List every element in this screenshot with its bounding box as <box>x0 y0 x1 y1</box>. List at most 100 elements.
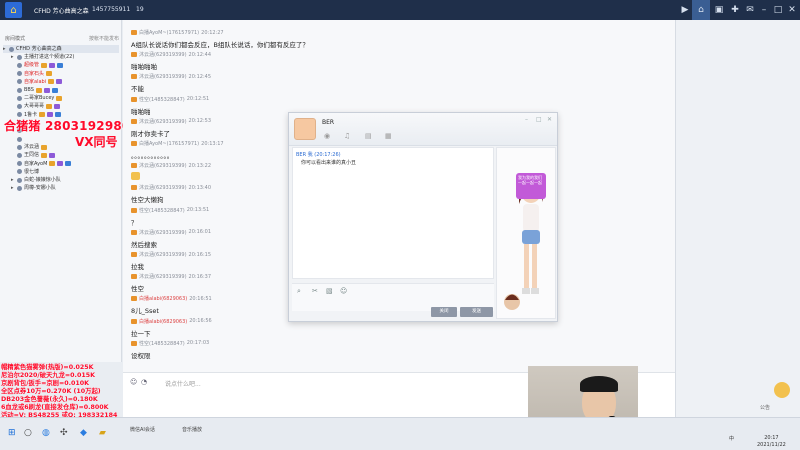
chat-sender-name[interactable]: 沐云涵(629319399) <box>139 229 187 236</box>
channel-tree-node[interactable]: ▸ 周樽-安娜小队 <box>3 184 119 192</box>
vip-badge-icon <box>131 318 137 324</box>
search-icon[interactable]: ○ <box>24 428 32 438</box>
search-icon[interactable]: ⌕ <box>297 287 301 296</box>
right-action-1[interactable]: 公告 <box>760 404 770 411</box>
chat-message[interactable]: 沐云涵(629319399) 20:13:40 性空大懒狗 <box>131 184 211 204</box>
image-icon[interactable]: ▧ <box>326 287 333 295</box>
chat-sender-name[interactable]: 沐云涵(629319399) <box>139 51 187 58</box>
chat-timestamp: 20:13:22 <box>188 162 212 169</box>
browser-icon[interactable]: ◍ <box>42 428 50 438</box>
chat-message[interactable]: 沐云涵(629319399) 20:16:01 然后搜索 <box>131 229 211 249</box>
maximize-icon[interactable]: □ <box>771 4 785 16</box>
popup-maximize-icon[interactable]: □ <box>536 116 542 123</box>
chat-message[interactable]: 性空(1485328847) 20:13:51 ？ <box>131 207 209 227</box>
channel-tree-node[interactable]: ▸ CFHD 芳心曲高之森 <box>3 45 119 54</box>
fan-icon[interactable]: ✣ <box>60 428 68 438</box>
contact-avatar[interactable] <box>294 118 316 140</box>
channel-tree-node[interactable]: 大哥哥哥 <box>3 102 119 110</box>
emoji-icon[interactable]: ☺ <box>340 287 347 295</box>
system-clock[interactable]: 20:17 2021/11/22 <box>757 435 786 449</box>
popup-send-button[interactable]: 发送 <box>460 307 493 317</box>
chat-message[interactable]: 白播alabi(6829063) 20:16:51 8儿_Sset <box>131 295 212 315</box>
emoji-icon[interactable]: ☺ <box>130 378 137 386</box>
vip-badge-icon <box>131 229 137 235</box>
format-icon[interactable]: ◔ <box>141 378 147 386</box>
chat-message[interactable]: 性空(1485328847) 20:17:03 设权限 <box>131 340 209 360</box>
chat-message-text: 拉我 <box>131 263 144 271</box>
home-icon[interactable]: ⌂ <box>692 0 710 20</box>
user-avatar-icon <box>17 87 22 93</box>
chat-message[interactable]: 白播alabi(6829063) 20:16:56 拉一下 <box>131 318 212 338</box>
chat-message[interactable]: 白播AyoM~(176157971) 20:13:17 。。。。。。。。。。。。 <box>131 140 224 160</box>
overlay-ad-line: 帽精紫色猫雾弹(热版)=0.025K <box>1 364 94 371</box>
file-icon[interactable]: ▤ <box>365 132 372 140</box>
popup-message-history[interactable]: BER 我 (20:17:26) 你可以看出来谁的真小丑 <box>292 147 494 279</box>
channel-tree-node[interactable]: 超级管 <box>3 61 119 69</box>
chat-message[interactable]: 沐云涵(629319399) 20:12:53 刚才你卖卡了 <box>131 118 211 138</box>
channel-tree-node[interactable]: 自家alabi <box>3 78 119 86</box>
home-logo-icon[interactable]: ⌂ <box>5 2 22 18</box>
chat-sender-name[interactable]: 性空(1485328847) <box>139 96 185 103</box>
mic-icon[interactable]: ♫ <box>344 132 350 140</box>
chat-message[interactable]: 沐云涵(629319399) 20:13:22 <box>131 162 212 181</box>
chat-message[interactable]: 沐云涵(629319399) 20:16:15 拉我 <box>131 251 211 271</box>
chat-sender-name[interactable]: 白播alabi(6829063) <box>139 295 187 302</box>
app-icon[interactable]: ◆ <box>80 428 87 438</box>
minimize-icon[interactable]: – <box>757 4 771 16</box>
taskbar-app-2[interactable]: 音乐播放 <box>182 426 202 433</box>
chat-sender-name[interactable]: 沐云涵(629319399) <box>139 162 187 169</box>
expand-caret-icon[interactable]: ▸ <box>11 184 16 192</box>
input-language[interactable]: 中 <box>729 435 734 442</box>
chat-sender-name[interactable]: 白播AyoM~(176157971) <box>139 29 199 36</box>
bag-icon[interactable]: ▣ <box>712 4 726 16</box>
user-count: 19 <box>136 6 144 13</box>
chat-sender-name[interactable]: 沐云涵(629319399) <box>139 251 187 258</box>
chat-message[interactable]: 沐云涵(629319399) 20:12:44 啪啪啪啪 <box>131 51 211 71</box>
cut-icon[interactable]: ✂ <box>312 287 318 295</box>
rank-badge-icon <box>57 62 64 68</box>
expand-caret-icon[interactable]: ▸ <box>11 53 16 61</box>
app-icon[interactable]: ▦ <box>385 132 392 140</box>
popup-close-icon[interactable]: ✕ <box>547 116 552 123</box>
channel-tree-node[interactable]: 很七博 <box>3 168 119 176</box>
channel-tree-node[interactable]: BBS <box>3 86 119 94</box>
popup-close-button[interactable]: 关闭 <box>431 307 457 317</box>
rank-badge-icon <box>65 161 72 167</box>
chat-sender-name[interactable]: 性空(1485328847) <box>139 207 185 214</box>
chat-input-placeholder[interactable]: 说点什么吧... <box>165 379 201 388</box>
chat-message[interactable]: 沐云涵(629319399) 20:16:37 性空 <box>131 273 211 293</box>
chat-sender-name[interactable]: 白播AyoM~(176157971) <box>139 140 199 147</box>
popup-minimize-icon[interactable]: – <box>525 116 528 123</box>
channel-tree-node[interactable]: 二哥家Bucey <box>3 94 119 102</box>
chat-sender-name[interactable]: 性空(1485328847) <box>139 340 185 347</box>
channel-tree-node[interactable]: 自家AyoM <box>3 160 119 168</box>
chat-sender-name[interactable]: 沐云涵(629319399) <box>139 73 187 80</box>
vip-badge-icon <box>131 207 137 213</box>
channel-tree-node[interactable]: 自家石头 <box>3 70 119 78</box>
gamepad-icon[interactable]: ✚ <box>728 4 742 16</box>
mail-icon[interactable]: ✉ <box>743 4 757 16</box>
folder-icon[interactable]: ▰ <box>99 428 106 438</box>
user-avatar-icon <box>17 136 22 142</box>
voice-icon[interactable]: ◉ <box>324 132 330 140</box>
chat-message[interactable]: 性空(1485328847) 20:12:51 啪啪啪 <box>131 96 209 116</box>
chat-message[interactable]: 沐云涵(629319399) 20:12:45 不能 <box>131 73 211 93</box>
user-avatar-icon <box>9 46 14 52</box>
channel-tree-node[interactable]: 王同信 <box>3 151 119 159</box>
gift-icon[interactable] <box>774 382 790 398</box>
expand-caret-icon[interactable]: ▸ <box>11 176 16 184</box>
chat-sender-name[interactable]: 沐云涵(629319399) <box>139 273 187 280</box>
video-icon[interactable]: ▶ <box>678 4 692 16</box>
chat-sender-name[interactable]: 沐云涵(629319399) <box>139 184 187 191</box>
chat-sender-name[interactable]: 白播alabi(6829063) <box>139 318 187 325</box>
chat-message[interactable]: 白播AyoM~(176157971) 20:12:27 A组队长说话你们都会反应，B… <box>131 29 309 49</box>
start-icon[interactable]: ⊞ <box>8 428 16 438</box>
chat-sender-name[interactable]: 沐云涵(629319399) <box>139 118 187 125</box>
expand-caret-icon[interactable]: ▸ <box>3 45 8 53</box>
channel-tree-node[interactable]: ▸ 白蛇-娘娘惊小队 <box>3 176 119 184</box>
rank-badge-icon <box>41 62 48 68</box>
taskbar-app-1[interactable]: 微信AI会话 <box>130 426 155 433</box>
rank-badge-icon <box>46 103 53 109</box>
close-icon[interactable]: ✕ <box>785 4 799 16</box>
channel-tree-node[interactable]: ▸ 主播打进这个频道(22) <box>3 53 119 61</box>
